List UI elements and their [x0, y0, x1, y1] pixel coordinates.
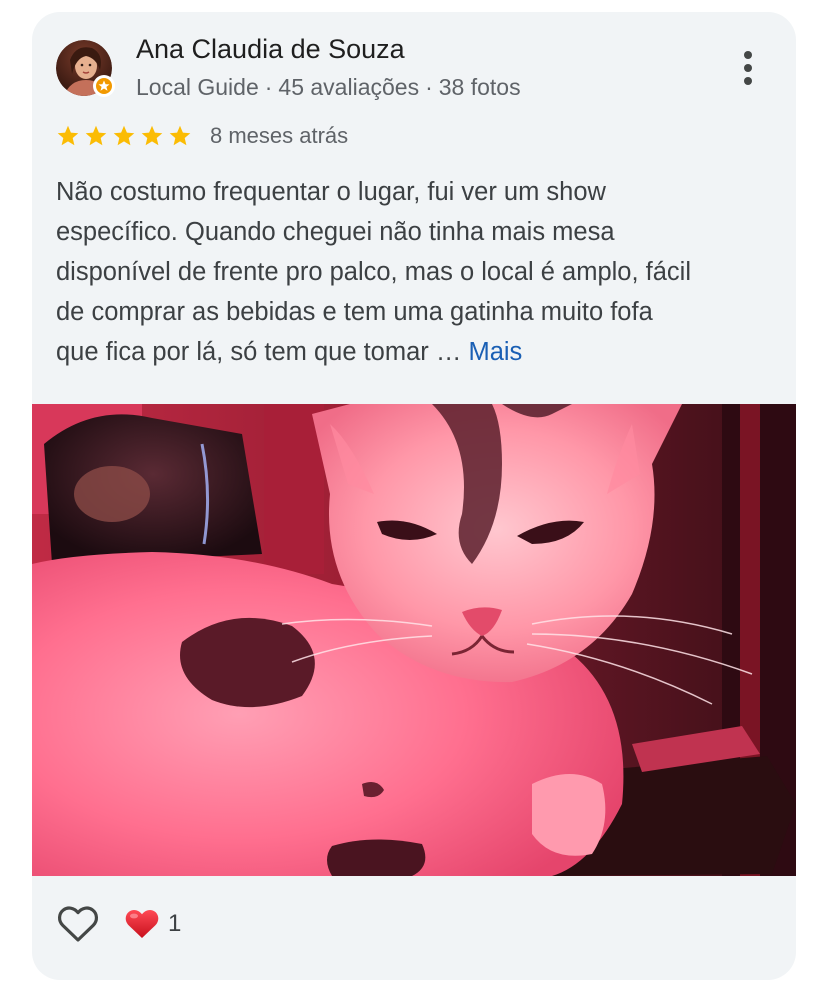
heart-outline-icon: [57, 906, 99, 942]
review-date: 8 meses atrás: [210, 123, 349, 148]
author-name[interactable]: Ana Claudia de Souza: [136, 34, 405, 65]
photo-count: 38 fotos: [438, 74, 521, 100]
star-icon: [113, 125, 135, 146]
actions-row: 1: [56, 900, 181, 948]
meta-separator: ·: [425, 74, 433, 100]
author-meta: Local Guide · 45 avaliações · 38 fotos: [136, 74, 521, 101]
review-text-line: Não costumo frequentar o lugar, fui ver …: [56, 178, 606, 206]
reaction-count: 1: [168, 910, 182, 937]
author-avatar[interactable]: [56, 40, 115, 97]
like-button[interactable]: [56, 902, 100, 946]
review-text-line: que fica por lá, só tem que tomar …: [56, 338, 462, 366]
review-text-line: de comprar as bebidas e tem uma gatinha …: [56, 298, 653, 326]
rating-row: 8 meses atrás: [56, 120, 348, 152]
review-card: Ana Claudia de Souza Local Guide · 45 aval…: [32, 12, 796, 980]
review-text-line: disponível de frente pro palco, mas o lo…: [56, 258, 692, 286]
star-icon: [85, 125, 107, 146]
more-vert-icon: [744, 51, 752, 85]
star-rating: [56, 124, 192, 148]
red-heart-emoji-icon: [125, 909, 159, 938]
review-text-line: específico. Quando cheguei não tinha mai…: [56, 218, 615, 246]
reaction-summary[interactable]: 1: [124, 908, 181, 940]
review-count: 45 avaliações: [278, 74, 420, 100]
review-photo-cat[interactable]: [32, 404, 796, 876]
read-more-link[interactable]: Mais: [468, 338, 522, 366]
local-guide-label: Local Guide: [136, 74, 259, 100]
local-guide-badge-icon: [93, 75, 115, 97]
review-text-line-last: que fica por lá, só tem que tomar … Mais: [56, 332, 772, 372]
star-icon: [141, 125, 163, 146]
star-icon: [57, 125, 79, 146]
more-options-button[interactable]: [728, 46, 768, 90]
star-icon: [169, 125, 191, 146]
review-text: Não costumo frequentar o lugar, fui ver …: [56, 172, 772, 372]
meta-separator: ·: [264, 74, 273, 100]
